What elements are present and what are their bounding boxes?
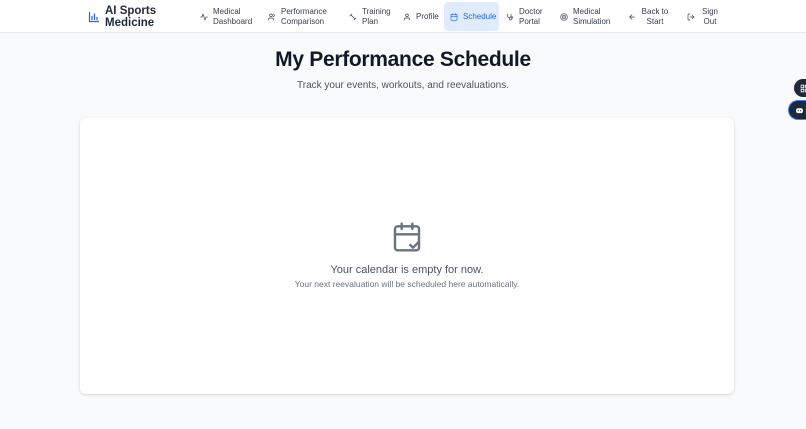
nav-medical-dashboard[interactable]: Medical Dashboard [194, 2, 259, 31]
nav-back-to-start[interactable]: Back to Start [622, 2, 675, 31]
nav-label: Sign Out [701, 6, 718, 26]
schedule-card: Your calendar is empty for now. Your nex… [80, 118, 734, 394]
empty-state-message: Your next reevaluation will be scheduled… [294, 279, 520, 289]
calendar-check-icon [393, 222, 421, 252]
log-out-icon [687, 13, 695, 20]
nav-doctor-portal[interactable]: Doctor Portal [500, 2, 551, 31]
nav-sign-out[interactable]: Sign Out [681, 2, 726, 31]
calendar-icon [450, 12, 458, 21]
floating-chatbot-button[interactable] [789, 101, 806, 119]
grid-icon [800, 84, 806, 92]
target-icon [560, 12, 568, 21]
page-title: My Performance Schedule [275, 48, 531, 71]
nav-label: Performance Comparison [281, 6, 327, 26]
chat-bot-icon [795, 107, 803, 113]
brand-name: AI Sports Medicine [105, 4, 157, 30]
nav-label: Doctor Portal [519, 6, 543, 26]
nav-label: Back to Start [641, 6, 669, 26]
brand-logo[interactable]: AI Sports Medicine [88, 3, 165, 31]
bar-chart-icon [88, 11, 100, 23]
floating-grid-button[interactable] [794, 79, 806, 97]
nav-label: Schedule [463, 11, 497, 21]
nav-profile[interactable]: Profile [397, 2, 445, 31]
dumbbell-icon [349, 13, 357, 20]
nav-training-plan[interactable]: Training Plan [343, 2, 398, 31]
nav-medical-simulation[interactable]: Medical Simulation [554, 2, 619, 31]
users-icon [268, 13, 275, 20]
nav-label: Medical Dashboard [213, 6, 253, 26]
empty-state-title: Your calendar is empty for now. [330, 264, 484, 276]
activity-icon [200, 13, 208, 20]
nav-label: Training Plan [362, 6, 391, 26]
nav-schedule[interactable]: Schedule [444, 2, 499, 31]
nav-label: Profile [416, 11, 439, 21]
nav-performance-comparison[interactable]: Performance Comparison [262, 2, 337, 31]
top-navbar: AI Sports Medicine Medical Dashboard Per… [0, 0, 806, 33]
user-icon [404, 13, 410, 20]
stethoscope-icon [507, 13, 513, 20]
nav-label: Medical Simulation [573, 6, 611, 26]
page-subtitle: Track your events, workouts, and reevalu… [297, 80, 509, 91]
arrow-left-icon [629, 13, 635, 20]
